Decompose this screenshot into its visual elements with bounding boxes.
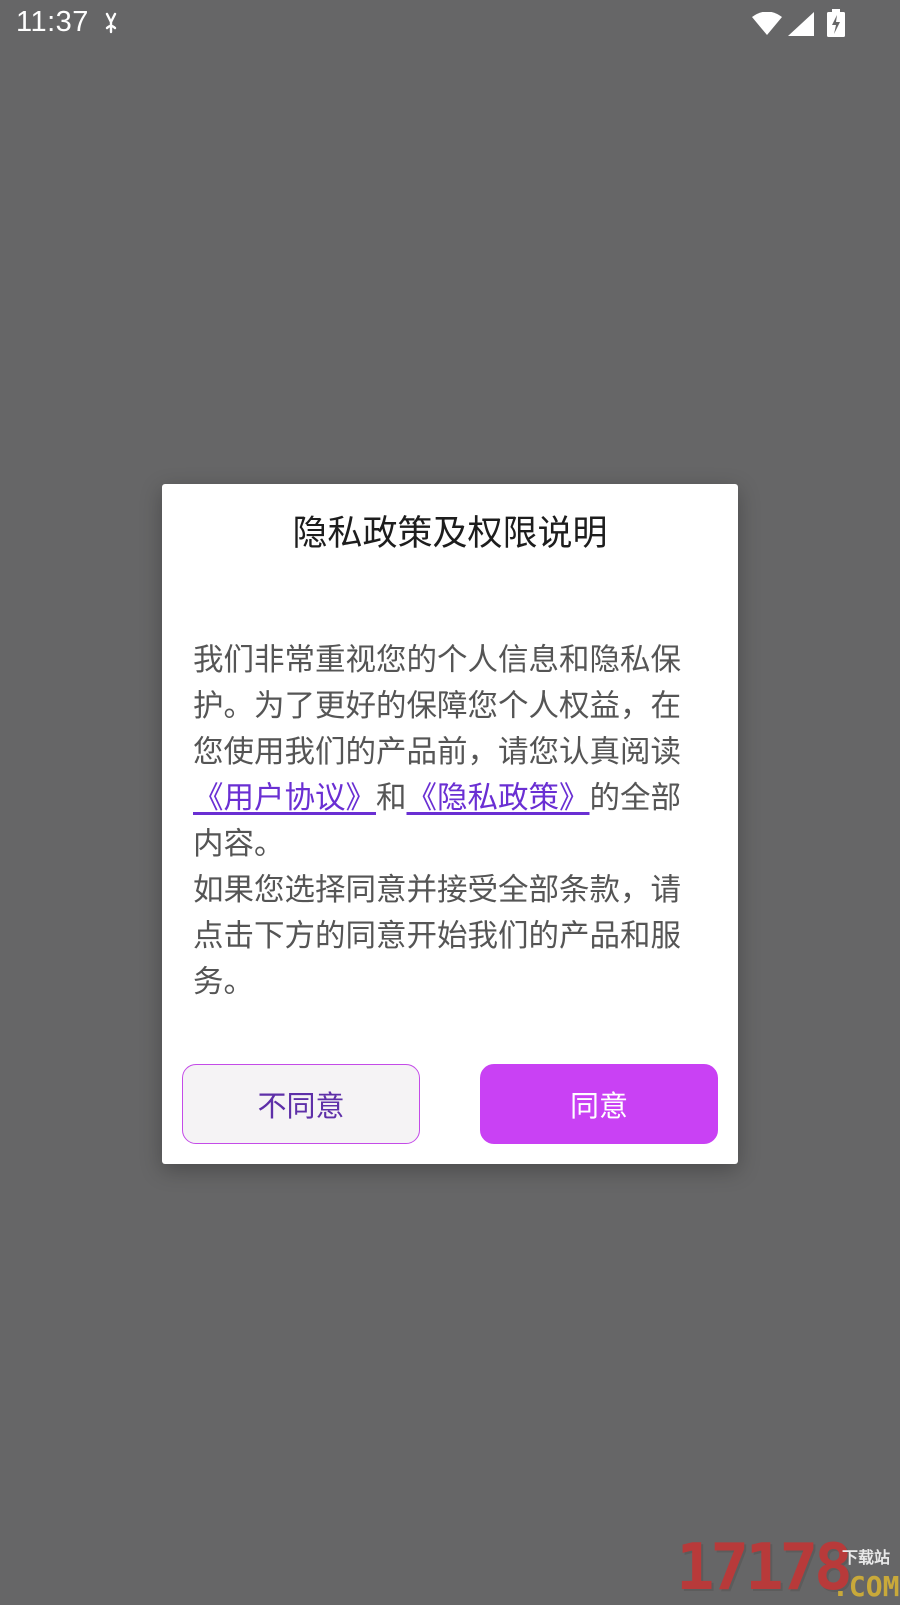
watermark-number: 17178: [676, 1531, 853, 1605]
watermark-subtitle: 下载站: [842, 1548, 891, 1567]
body-paragraph-1: 我们非常重视您的个人信息和隐私保护。为了更好的保障您个人权益，在您使用我们的产品…: [193, 638, 709, 868]
status-bar: 11:37: [0, 0, 900, 48]
disagree-button[interactable]: 不同意: [182, 1064, 420, 1144]
status-time: 11:37: [16, 6, 89, 38]
notification-icon: [105, 12, 117, 34]
signal-icon: [788, 12, 814, 36]
privacy-policy-link[interactable]: 《隐私政策》: [407, 781, 590, 816]
privacy-dialog: 隐私政策及权限说明 我们非常重视您的个人信息和隐私保护。为了更好的保障您个人权益…: [162, 484, 738, 1164]
body-connector: 和: [376, 781, 407, 816]
user-agreement-link[interactable]: 《用户协议》: [193, 781, 376, 816]
battery-charging-icon: [827, 9, 845, 37]
body-paragraph-2: 如果您选择同意并接受全部条款，请点击下方的同意开始我们的产品和服务。: [193, 873, 681, 1000]
dialog-title: 隐私政策及权限说明: [292, 514, 608, 554]
watermark-domain: .COM: [832, 1570, 900, 1603]
body-text-1: 我们非常重视您的个人信息和隐私保护。为了更好的保障您个人权益，在您使用我们的产品…: [193, 643, 681, 770]
wifi-icon: [752, 12, 782, 35]
site-watermark-logo: 17178 下载站 .COM: [676, 1531, 900, 1605]
dialog-body: 我们非常重视您的个人信息和隐私保护。为了更好的保障您个人权益，在您使用我们的产品…: [193, 638, 709, 1006]
agree-button[interactable]: 同意: [480, 1064, 718, 1144]
